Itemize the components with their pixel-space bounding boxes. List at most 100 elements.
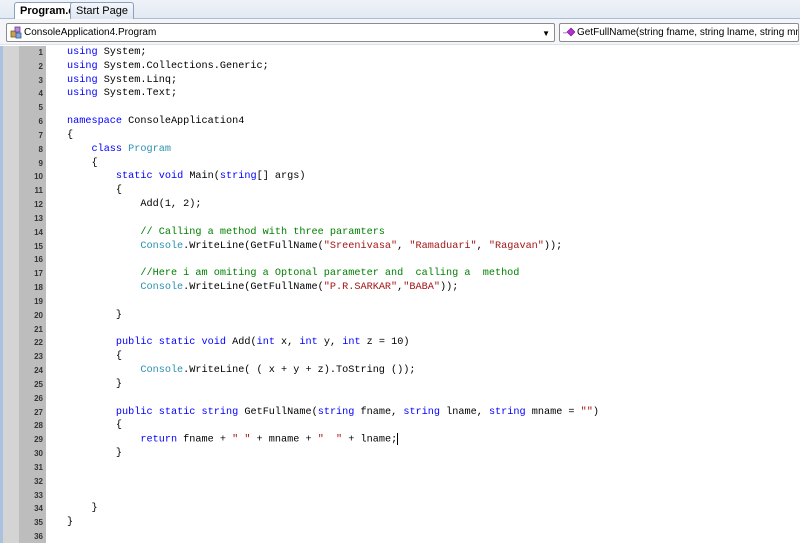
code-token: return bbox=[140, 434, 178, 446]
code-line[interactable]: 29 return fname + " " + mname + " " + ln… bbox=[0, 433, 800, 447]
code-line[interactable]: 33 bbox=[0, 489, 800, 503]
code-token: Program bbox=[128, 143, 171, 155]
code-token: Add( bbox=[226, 337, 257, 349]
class-combo-value: ConsoleApplication4.Program bbox=[24, 27, 157, 38]
line-number: 19 bbox=[34, 296, 43, 306]
code-line[interactable]: 7{ bbox=[0, 129, 800, 143]
code-line[interactable]: 11 { bbox=[0, 184, 800, 198]
code-line[interactable]: 31 bbox=[0, 461, 800, 475]
line-number: 4 bbox=[38, 89, 43, 99]
code-text: { bbox=[67, 157, 97, 171]
line-number: 16 bbox=[34, 255, 43, 265]
line-number: 29 bbox=[34, 435, 43, 445]
code-line[interactable]: 13 bbox=[0, 212, 800, 226]
code-line[interactable]: 26 bbox=[0, 392, 800, 406]
code-line[interactable]: 14 // Calling a method with three paramt… bbox=[0, 226, 800, 240]
line-number: 7 bbox=[38, 130, 43, 140]
code-token: System.Linq; bbox=[97, 74, 178, 86]
code-token: static bbox=[158, 337, 196, 349]
code-text: { bbox=[67, 350, 122, 364]
code-line[interactable]: 22 public static void Add(int x, int y, … bbox=[0, 336, 800, 350]
code-token: Console bbox=[140, 282, 184, 294]
code-line[interactable]: 24 Console.WriteLine( ( x + y + z).ToStr… bbox=[0, 364, 800, 378]
code-line[interactable]: 19 bbox=[0, 295, 800, 309]
code-token: string bbox=[403, 406, 441, 418]
class-combo[interactable]: ConsoleApplication4.Program ▼ bbox=[6, 23, 555, 42]
code-line[interactable]: 12 Add(1, 2); bbox=[0, 198, 800, 212]
line-number: 28 bbox=[34, 421, 43, 431]
class-icon bbox=[10, 26, 22, 39]
code-text: static void Main(string[] args) bbox=[67, 170, 306, 184]
line-number: 5 bbox=[38, 103, 43, 113]
code-line[interactable]: 23 { bbox=[0, 350, 800, 364]
code-token: public bbox=[115, 406, 153, 418]
code-token: .WriteLine(GetFullName( bbox=[183, 282, 324, 294]
code-token: string bbox=[219, 171, 257, 183]
code-token: mname = bbox=[525, 406, 581, 418]
code-line[interactable]: 15 Console.WriteLine(GetFullName("Sreeni… bbox=[0, 240, 800, 254]
code-line[interactable]: 4 using System.Text; bbox=[0, 87, 800, 101]
code-line[interactable]: 10 static void Main(string[] args) bbox=[0, 170, 800, 184]
line-number: 12 bbox=[34, 200, 43, 210]
code-token: using bbox=[67, 88, 98, 100]
code-token: void bbox=[158, 171, 184, 183]
code-text: //Here i am omiting a Optonal parameter … bbox=[67, 267, 519, 281]
code-token: "Ramaduari" bbox=[409, 240, 477, 252]
code-token: //Here i am omiting a Optonal parameter … bbox=[140, 268, 520, 280]
code-line[interactable]: 36 bbox=[0, 530, 800, 544]
member-combo[interactable]: GetFullName(string fname, string lname, … bbox=[559, 23, 799, 42]
code-token: fname, bbox=[354, 406, 404, 418]
code-token: using bbox=[67, 60, 98, 72]
code-line[interactable]: 3 using System.Linq; bbox=[0, 74, 800, 88]
code-line[interactable]: 1 using System; bbox=[0, 46, 800, 60]
code-line[interactable]: 35} bbox=[0, 516, 800, 530]
code-line[interactable]: 5 bbox=[0, 101, 800, 115]
code-token: System.Text; bbox=[97, 88, 178, 100]
line-number: 31 bbox=[34, 462, 43, 472]
code-editor[interactable]: 1 using System; 2 using System.Collections.… bbox=[0, 46, 800, 544]
line-number: 6 bbox=[38, 117, 43, 127]
code-line[interactable]: 17 //Here i am omiting a Optonal paramet… bbox=[0, 267, 800, 281]
code-token: System; bbox=[97, 47, 147, 58]
code-line[interactable]: 6 namespace ConsoleApplication4 bbox=[0, 115, 800, 129]
code-text: // Calling a method with three paramters bbox=[67, 226, 385, 240]
code-token: namespace bbox=[67, 116, 123, 128]
code-line[interactable]: 30 } bbox=[0, 447, 800, 461]
code-token: string bbox=[201, 406, 239, 418]
code-line[interactable]: 9 { bbox=[0, 157, 800, 171]
code-token: int bbox=[299, 337, 318, 349]
code-token: fname + bbox=[177, 434, 233, 446]
code-line[interactable]: 32 bbox=[0, 475, 800, 489]
code-token: )); bbox=[439, 282, 459, 294]
code-token: } bbox=[67, 309, 123, 321]
chevron-down-icon[interactable]: ▼ bbox=[542, 25, 550, 41]
code-line[interactable]: 20 } bbox=[0, 309, 800, 323]
code-token: static bbox=[115, 171, 153, 183]
code-text: public static void Add(int x, int y, int… bbox=[67, 336, 410, 350]
code-line[interactable]: 18 Console.WriteLine(GetFullName("P.R.SA… bbox=[0, 281, 800, 295]
code-token: .WriteLine( ( x + y + z).ToString ()); bbox=[183, 365, 416, 377]
code-text: class Program bbox=[67, 143, 171, 157]
code-text: public static string GetFullName(string … bbox=[67, 406, 599, 420]
code-line[interactable]: 21 bbox=[0, 323, 800, 337]
tab-start-page[interactable]: Start Page bbox=[70, 2, 134, 19]
code-text: } bbox=[67, 502, 97, 516]
code-line[interactable]: 27 public static string GetFullName(stri… bbox=[0, 406, 800, 420]
code-line[interactable]: 34 } bbox=[0, 502, 800, 516]
member-combo-value: GetFullName(string fname, string lname, … bbox=[577, 27, 798, 38]
code-line[interactable]: 25 } bbox=[0, 378, 800, 392]
line-number: 14 bbox=[34, 227, 43, 237]
line-number: 15 bbox=[34, 241, 43, 251]
code-line[interactable]: 2 using System.Collections.Generic; bbox=[0, 60, 800, 74]
code-token: [] args) bbox=[256, 171, 306, 183]
line-number: 27 bbox=[34, 407, 43, 417]
code-line[interactable]: 28 { bbox=[0, 419, 800, 433]
code-line[interactable]: 16 bbox=[0, 253, 800, 267]
code-line[interactable]: 8 class Program bbox=[0, 143, 800, 157]
code-token: using bbox=[67, 74, 98, 86]
code-token: + mname + bbox=[250, 434, 318, 446]
